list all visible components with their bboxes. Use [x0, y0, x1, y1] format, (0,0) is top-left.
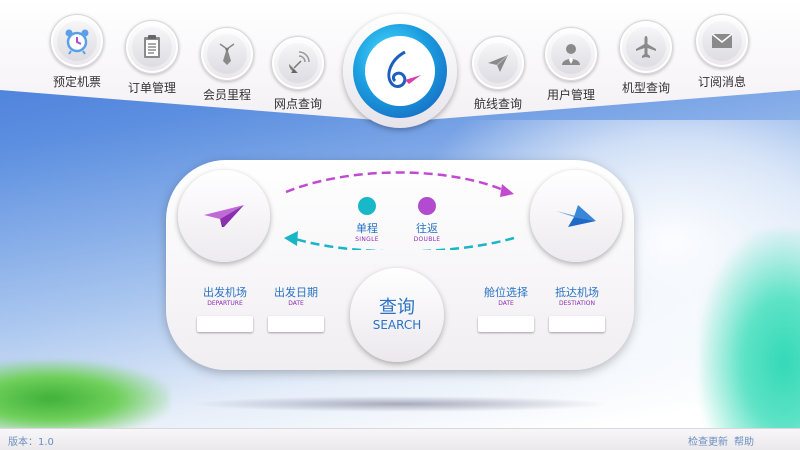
cabin-class-field: 舱位选择 DATE	[478, 284, 534, 332]
field-label: 抵达机场	[555, 286, 599, 299]
nav-item-orders[interactable]: 订单管理	[112, 20, 192, 96]
field-label-en: DESTIATION	[559, 300, 595, 307]
nav-label: 订阅消息	[697, 75, 746, 89]
airplane-icon	[636, 36, 656, 58]
user-icon	[562, 44, 580, 65]
arrival-airport-field: 抵达机场 DESTIATION	[549, 284, 605, 332]
grass-decoration	[0, 360, 170, 430]
nav-item-users[interactable]: 用户管理	[531, 27, 611, 103]
alarm-clock-icon	[65, 29, 89, 55]
single-trip-option[interactable]: 单程 SINGLE	[337, 220, 397, 243]
check-update-link[interactable]: 检查更新	[688, 437, 728, 448]
arrival-airport-input[interactable]	[549, 316, 605, 332]
nav-label: 预定机票	[52, 75, 101, 89]
nav-item-outlets[interactable]: 网点查询	[258, 36, 338, 112]
nav-label: 机型查询	[621, 81, 670, 95]
paper-plane-icon	[488, 54, 509, 72]
purple-paper-plane-icon	[204, 205, 244, 227]
single-trip-label: 单程	[356, 222, 378, 235]
satellite-dish-icon	[289, 51, 310, 73]
field-label-en: DEPARTURE	[207, 300, 243, 307]
round-trip-label: 往返	[416, 222, 438, 235]
version-label: 版本：1.0	[8, 437, 54, 448]
search-button-label-en: SEARCH	[372, 318, 422, 332]
departure-airport-input[interactable]	[197, 316, 253, 332]
field-label: 出发日期	[274, 286, 318, 299]
round-trip-label-en: DOUBLE	[413, 236, 441, 243]
field-label-en: DATE	[288, 300, 304, 307]
nav-icon-frame	[471, 36, 525, 90]
field-label: 舱位选择	[484, 286, 528, 299]
search-button-label: 查询	[379, 297, 415, 318]
single-trip-label-en: SINGLE	[355, 236, 379, 243]
field-label-en: DATE	[498, 300, 514, 307]
nav-icon-frame	[619, 20, 673, 74]
nav-label: 网点查询	[273, 97, 322, 111]
status-bar: 版本：1.0 检查更新 帮助	[0, 428, 800, 450]
round-trip-option[interactable]: 往返 DOUBLE	[397, 220, 457, 243]
nav-label: 会员里程	[202, 88, 251, 102]
tie-icon	[219, 43, 235, 65]
clipboard-icon	[144, 35, 160, 58]
nav-icon-frame	[50, 14, 104, 68]
panel-shadow	[190, 396, 610, 412]
nav-item-book-ticket[interactable]: 预定机票	[37, 14, 117, 90]
status-links: 检查更新 帮助	[682, 433, 754, 448]
teal-decoration	[700, 230, 800, 450]
nav-icon-frame	[200, 27, 254, 81]
nav-item-messages[interactable]: 订阅消息	[682, 14, 762, 90]
nav-icon-frame	[695, 14, 749, 68]
nav-item-aircraft[interactable]: 机型查询	[606, 20, 686, 96]
blue-paper-plane-icon	[556, 205, 596, 227]
nav-item-routes[interactable]: 航线查询	[458, 36, 538, 112]
search-button[interactable]: 查询 SEARCH	[350, 268, 444, 362]
app-logo	[343, 14, 457, 128]
swirl-logo-icon	[387, 50, 421, 89]
arrival-plane-badge	[530, 170, 622, 262]
single-trip-radio[interactable]	[358, 197, 376, 215]
nav-label: 订单管理	[127, 81, 176, 95]
logo-core	[365, 36, 435, 106]
field-label: 出发机场	[203, 286, 247, 299]
nav-icon-frame	[125, 20, 179, 74]
nav-label: 用户管理	[546, 88, 595, 102]
envelope-icon	[711, 33, 733, 48]
round-trip-radio[interactable]	[418, 197, 436, 215]
nav-icon-frame	[544, 27, 598, 81]
logo-ring-inner	[353, 24, 447, 118]
nav-label: 航线查询	[473, 97, 522, 111]
cabin-class-input[interactable]	[478, 316, 534, 332]
departure-date-input[interactable]	[268, 316, 324, 332]
nav-icon-frame	[271, 36, 325, 90]
help-link[interactable]: 帮助	[734, 437, 754, 448]
departure-date-field: 出发日期 DATE	[268, 284, 324, 332]
departure-plane-badge	[178, 170, 270, 262]
departure-airport-field: 出发机场 DEPARTURE	[197, 284, 253, 332]
nav-item-mileage[interactable]: 会员里程	[187, 27, 267, 103]
